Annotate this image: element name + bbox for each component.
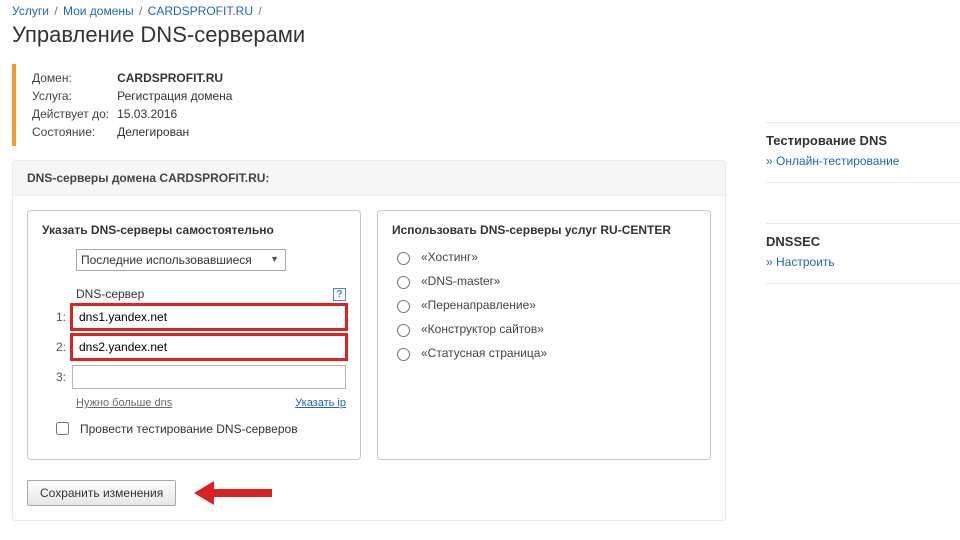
dns-row-num: 3: xyxy=(52,370,66,384)
crumb-mydomains[interactable]: Мои домены xyxy=(63,4,134,18)
side-dns-test: Тестирование DNS Онлайн-тестирование xyxy=(766,122,960,183)
crumb-services[interactable]: Услуги xyxy=(12,4,49,18)
page-title: Управление DNS-серверами xyxy=(12,22,752,48)
dns-panel: DNS-серверы домена CARDSPROFIT.RU: Указа… xyxy=(12,160,726,521)
side-dnssec: DNSSEC Настроить xyxy=(766,223,960,284)
specify-ip-link[interactable]: Указать ip xyxy=(295,397,346,409)
dns-input-3[interactable] xyxy=(72,365,346,389)
dns-row-num: 2: xyxy=(52,340,66,354)
domain-info: Домен:CARDSPROFIT.RU Услуга:Регистрация … xyxy=(12,64,752,146)
manual-dns-title: Указать DNS-серверы самостоятельно xyxy=(42,223,346,237)
side-title-dns-test: Тестирование DNS xyxy=(766,133,960,148)
opt-builder[interactable] xyxy=(397,324,410,337)
recent-dns-select[interactable]: Последние использовавшиеся xyxy=(76,249,286,271)
rucenter-title: Использовать DNS-серверы услуг RU-CENTER xyxy=(392,223,696,237)
help-icon[interactable]: ? xyxy=(333,288,346,301)
dns-input-2[interactable] xyxy=(72,335,346,359)
dns-input-1[interactable] xyxy=(72,305,346,329)
manual-dns-card: Указать DNS-серверы самостоятельно После… xyxy=(27,210,361,460)
arrow-annotation-icon xyxy=(194,481,284,505)
opt-hosting[interactable] xyxy=(397,252,410,265)
dns-row-num: 1: xyxy=(52,310,66,324)
panel-title: DNS-серверы домена CARDSPROFIT.RU: xyxy=(13,161,725,196)
side-title-dnssec: DNSSEC xyxy=(766,234,960,249)
opt-redirect[interactable] xyxy=(397,300,410,313)
dns-field-label: DNS-сервер xyxy=(76,287,144,301)
opt-dnsmaster[interactable] xyxy=(397,276,410,289)
online-test-link[interactable]: Онлайн-тестирование xyxy=(766,154,899,168)
test-dns-checkbox[interactable] xyxy=(56,422,69,435)
dnssec-configure-link[interactable]: Настроить xyxy=(766,255,835,269)
save-button[interactable]: Сохранить изменения xyxy=(27,480,176,506)
breadcrumb: Услуги / Мои домены / CARDSPROFIT.RU / xyxy=(12,2,752,20)
opt-status[interactable] xyxy=(397,348,410,361)
rucenter-dns-card: Использовать DNS-серверы услуг RU-CENTER… xyxy=(377,210,711,460)
need-more-dns-link[interactable]: Нужно больше dns xyxy=(76,397,172,409)
test-dns-label: Провести тестирование DNS-серверов xyxy=(80,422,298,436)
crumb-domain[interactable]: CARDSPROFIT.RU xyxy=(148,4,253,18)
